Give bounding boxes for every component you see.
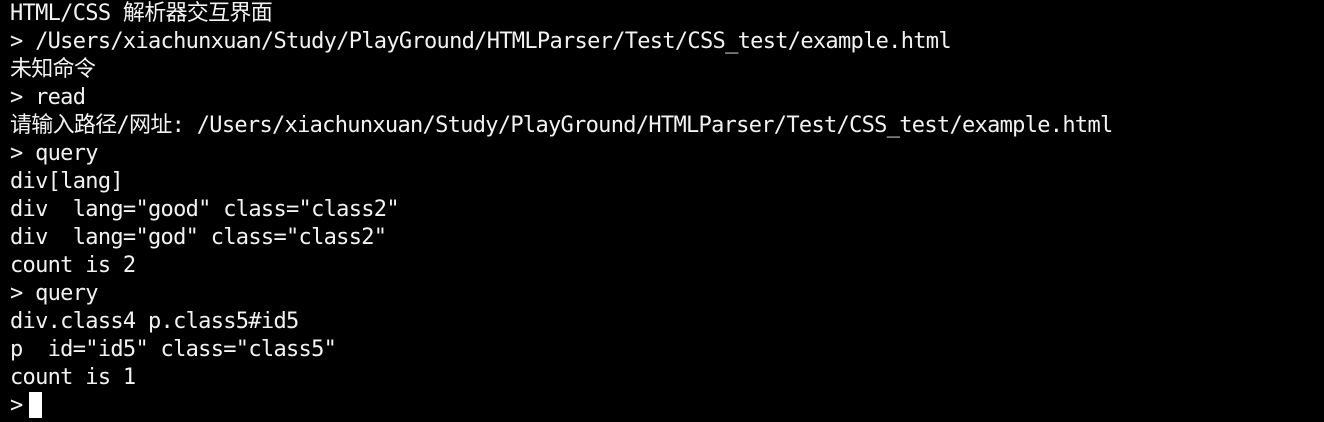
- output-line: div lang="good" class="class2": [10, 197, 400, 222]
- prompt-symbol: >: [10, 393, 23, 418]
- input-line: div.class4 p.class5#id5: [10, 309, 299, 334]
- output-line: count is 2: [10, 253, 136, 278]
- output-line: div lang="god" class="class2": [10, 225, 387, 250]
- output-line: HTML/CSS 解析器交互界面: [10, 1, 273, 26]
- output-line: 未知命令: [10, 57, 96, 82]
- command-line: > read: [10, 85, 86, 110]
- command-line: > /Users/xiachunxuan/Study/PlayGround/HT…: [10, 29, 952, 54]
- output-line: 请输入路径/网址: /Users/xiachunxuan/Study/PlayG…: [10, 113, 1113, 138]
- output-line: p id="id5" class="class5": [10, 337, 337, 362]
- input-line: div[lang]: [10, 169, 124, 194]
- output-line: count is 1: [10, 365, 136, 390]
- text-cursor: [28, 392, 42, 418]
- command-line: > query: [10, 281, 99, 306]
- prompt-line[interactable]: >: [10, 392, 1324, 420]
- command-line: > query: [10, 141, 99, 166]
- terminal-window[interactable]: HTML/CSS 解析器交互界面 > /Users/xiachunxuan/St…: [0, 0, 1324, 422]
